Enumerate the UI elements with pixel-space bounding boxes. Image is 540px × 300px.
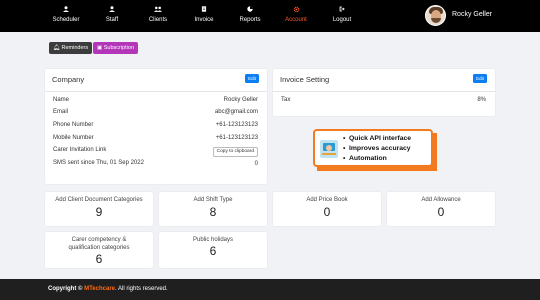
promo-item: Automation	[343, 155, 387, 162]
stat-value: 9	[95, 205, 103, 219]
nav-scheduler[interactable]: Scheduler	[46, 6, 86, 23]
stat-value: 0	[323, 205, 331, 219]
phone-value: +61-123123123	[215, 122, 258, 128]
stat-label: Public holidays	[192, 237, 234, 243]
stat-card-price-book[interactable]: Add Price Book 0	[273, 192, 381, 226]
stat-label: Add Client Document Categories	[55, 197, 143, 203]
stat-card-allowance[interactable]: Add Allowance 0	[387, 192, 495, 226]
user-icon	[92, 6, 132, 15]
divider	[45, 91, 267, 92]
nav-staff[interactable]: Staff	[92, 6, 132, 23]
stat-value: 0	[437, 205, 445, 219]
user-icon	[46, 6, 86, 15]
email-value: abc@gmail.com	[214, 109, 258, 115]
nav-logout[interactable]: Logout	[322, 6, 362, 23]
mobile-label: Mobile Number	[53, 135, 94, 141]
stat-value: 8	[209, 205, 217, 219]
stat-label: Carer competency & qualification categor…	[68, 237, 130, 251]
tax-label: Tax	[281, 97, 291, 103]
stat-label: Add Allowance	[421, 197, 461, 203]
invoice-icon	[184, 6, 224, 15]
nav-label: Invoice	[194, 17, 214, 23]
sms-value: 0	[254, 161, 258, 167]
users-icon	[138, 6, 178, 15]
company-edit-button[interactable]: Edit	[245, 74, 259, 83]
nav-label: Reports	[239, 17, 261, 23]
nav-reports[interactable]: Reports	[230, 6, 270, 23]
mobile-value: +61-123123123	[215, 135, 258, 141]
nav-label: Clients	[148, 17, 168, 23]
nav-label: Staff	[105, 17, 119, 23]
divider	[273, 91, 495, 92]
subscription-label: Subscription	[103, 45, 135, 51]
top-navbar: Scheduler Staff Clients Invoice Reports …	[0, 0, 540, 32]
nav-label: Account	[285, 17, 307, 23]
stat-card-carer-competency[interactable]: Carer competency & qualification categor…	[45, 232, 153, 268]
nav-account[interactable]: Account	[276, 6, 316, 23]
copy-to-clipboard-button[interactable]: Copy to clipboard	[212, 147, 258, 157]
stat-card-shift-type[interactable]: Add Shift Type 8	[159, 192, 267, 226]
promo-item: Improves accuracy	[343, 145, 411, 152]
stat-value: 6	[95, 252, 103, 266]
name-label: Name	[53, 97, 70, 103]
gear-icon	[276, 6, 316, 15]
nav-invoice[interactable]: Invoice	[184, 6, 224, 23]
api-illustration-icon	[320, 140, 338, 158]
stat-value: 6	[209, 244, 217, 258]
nav-clients[interactable]: Clients	[138, 6, 178, 23]
card-icon: ▣	[97, 45, 103, 51]
stat-card-public-holidays[interactable]: Public holidays 6	[159, 232, 267, 268]
invoice-setting-card: Invoice Setting Edit Tax 8%	[273, 69, 495, 116]
reminders-button[interactable]: 🔔︎ Reminders	[49, 42, 93, 54]
stat-card-client-document-categories[interactable]: Add Client Document Categories 9	[45, 192, 153, 226]
footer: Copyright © MTechcare. All rights reserv…	[0, 279, 540, 300]
bell-icon: 🔔︎	[53, 45, 60, 51]
logout-icon	[322, 6, 362, 15]
phone-label: Phone Number	[53, 122, 94, 128]
reminders-label: Reminders	[61, 45, 89, 51]
stat-label: Add Price Book	[306, 197, 348, 203]
subscription-button[interactable]: ▣ Subscription	[93, 42, 139, 54]
promo-banner[interactable]: Quick API interface Improves accuracy Au…	[313, 129, 437, 171]
promo-item: Quick API interface	[343, 135, 411, 142]
nav-label: Scheduler	[52, 17, 80, 23]
invoice-setting-title: Invoice Setting	[280, 75, 330, 84]
tax-value: 8%	[477, 97, 486, 103]
nav-label: Logout	[332, 17, 352, 23]
stat-label: Add Shift Type	[193, 197, 233, 203]
user-name[interactable]: Rocky Geller	[452, 11, 492, 18]
company-card: Company Edit Name Rocky Geller Email abc…	[45, 69, 267, 184]
email-label: Email	[53, 109, 69, 115]
name-value: Rocky Geller	[223, 97, 258, 103]
avatar[interactable]	[425, 5, 446, 26]
chart-icon	[230, 6, 270, 15]
copyright-suffix: . All rights reserved.	[115, 286, 168, 292]
sms-label: SMS sent since Thu, 01 Sep 2022	[53, 160, 144, 166]
invitation-link-label: Carer Invitation Link	[53, 147, 107, 153]
invoice-edit-button[interactable]: Edit	[473, 74, 487, 83]
copyright-prefix: Copyright ©	[48, 286, 83, 292]
company-title: Company	[52, 75, 85, 84]
brand-link[interactable]: MTechcare	[84, 286, 115, 292]
